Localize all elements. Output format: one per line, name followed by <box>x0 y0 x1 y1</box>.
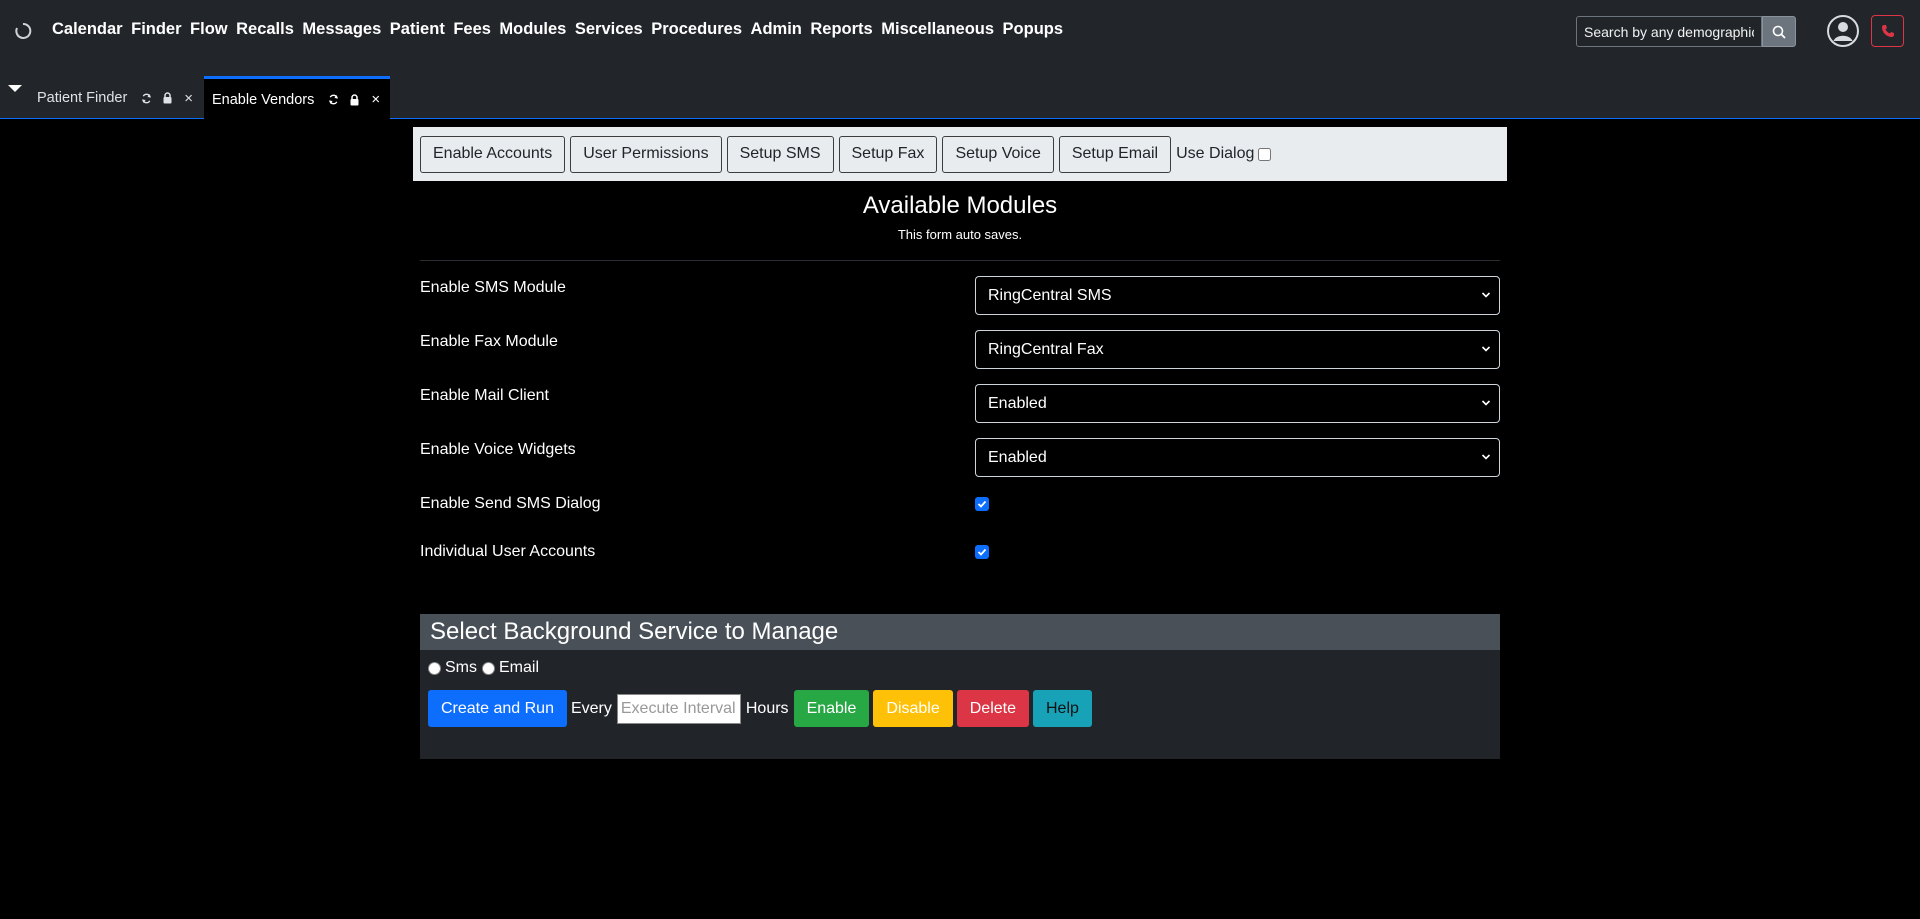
mail-client-select[interactable]: Enabled <box>975 384 1500 423</box>
individual-accounts-checkbox[interactable] <box>975 545 989 559</box>
background-service-panel: Select Background Service to Manage Sms … <box>420 614 1500 759</box>
chevron-down-icon <box>1481 346 1491 352</box>
page-title: Available Modules <box>862 192 1058 219</box>
close-icon[interactable]: × <box>184 90 193 107</box>
sms-module-select[interactable]: RingCentral SMS <box>975 276 1500 315</box>
page-subtitle: This form auto saves. <box>897 227 1023 242</box>
delete-button[interactable]: Delete <box>956 690 1029 727</box>
vendor-toolbar: Enable Accounts User Permissions Setup S… <box>413 127 1507 181</box>
voice-widgets-label: Enable Voice Widgets <box>420 441 576 458</box>
menu-item-calendar[interactable]: Calendar <box>52 20 123 39</box>
menu-item-admin[interactable]: Admin <box>751 20 802 39</box>
fax-module-label: Enable Fax Module <box>420 333 558 350</box>
menu-item-miscellaneous[interactable]: Miscellaneous <box>881 20 994 39</box>
tab-enable-vendors[interactable]: Enable Vendors × <box>204 76 390 120</box>
chevron-down-icon <box>1481 292 1491 298</box>
service-type-radios: Sms Email <box>428 659 539 677</box>
fax-module-value: RingCentral Fax <box>988 340 1104 358</box>
phone-button[interactable] <box>1871 15 1904 47</box>
user-permissions-button[interactable]: User Permissions <box>570 135 722 173</box>
execute-interval-input[interactable] <box>616 693 741 724</box>
chevron-down-icon <box>1481 454 1491 460</box>
app-logo-icon[interactable] <box>14 22 32 40</box>
background-service-title: Select Background Service to Manage <box>420 614 1500 650</box>
refresh-icon[interactable] <box>141 92 153 104</box>
lock-icon[interactable] <box>349 93 361 106</box>
setup-email-button[interactable]: Setup Email <box>1058 135 1172 173</box>
tab-patient-finder[interactable]: Patient Finder × <box>26 77 202 119</box>
menu-item-recalls[interactable]: Recalls <box>236 20 294 39</box>
email-radio-label: Email <box>499 659 540 676</box>
menu-item-flow[interactable]: Flow <box>190 20 228 39</box>
menu-item-modules[interactable]: Modules <box>499 20 566 39</box>
menu-item-patient[interactable]: Patient <box>390 20 445 39</box>
chevron-down-icon <box>1481 400 1491 406</box>
menu-item-services[interactable]: Services <box>575 20 643 39</box>
tab-label: Patient Finder <box>37 90 128 106</box>
use-dialog-checkbox[interactable] <box>1258 147 1272 161</box>
enable-button[interactable]: Enable <box>793 690 870 727</box>
send-sms-dialog-checkbox[interactable] <box>975 497 989 511</box>
mail-client-label: Enable Mail Client <box>420 387 549 404</box>
fax-module-select[interactable]: RingCentral Fax <box>975 330 1500 369</box>
email-radio[interactable] <box>482 661 495 675</box>
create-and-run-button[interactable]: Create and Run <box>428 690 567 727</box>
user-account-icon[interactable] <box>1826 14 1860 48</box>
use-dialog-option[interactable]: Use Dialog <box>1176 145 1272 163</box>
individual-accounts-label: Individual User Accounts <box>420 543 596 560</box>
menu-item-fees[interactable]: Fees <box>453 20 491 39</box>
sms-radio[interactable] <box>428 661 441 675</box>
send-sms-dialog-label: Enable Send SMS Dialog <box>420 495 601 512</box>
menu-item-finder[interactable]: Finder <box>131 20 181 39</box>
divider <box>420 260 1500 261</box>
search-button[interactable] <box>1762 16 1796 47</box>
patient-search <box>1576 16 1796 47</box>
search-icon <box>1772 25 1786 39</box>
help-button[interactable]: Help <box>1033 690 1092 727</box>
lock-icon[interactable] <box>162 92 174 104</box>
menu-item-popups[interactable]: Popups <box>1003 20 1064 39</box>
enable-accounts-button[interactable]: Enable Accounts <box>420 135 566 173</box>
service-controls: Create and Run Every Hours Enable Disabl… <box>428 690 1096 727</box>
voice-widgets-value: Enabled <box>988 448 1047 466</box>
every-label: Every <box>570 699 612 717</box>
menu-item-procedures[interactable]: Procedures <box>651 20 742 39</box>
menu-item-reports[interactable]: Reports <box>810 20 872 39</box>
top-navbar: Calendar Finder Flow Recalls Messages Pa… <box>0 0 1920 62</box>
mail-client-value: Enabled <box>988 394 1047 412</box>
disable-button[interactable]: Disable <box>873 690 953 727</box>
refresh-icon[interactable] <box>328 94 340 106</box>
patient-search-input[interactable] <box>1576 16 1762 47</box>
close-icon[interactable]: × <box>371 91 380 108</box>
tab-label: Enable Vendors <box>212 91 315 108</box>
tab-menu-chevron-icon[interactable] <box>7 84 23 94</box>
use-dialog-label: Use Dialog <box>1176 145 1255 162</box>
setup-fax-button[interactable]: Setup Fax <box>838 135 938 173</box>
setup-sms-button[interactable]: Setup SMS <box>726 135 834 173</box>
hours-label: Hours <box>745 699 789 717</box>
checkmark-icon <box>977 500 987 508</box>
sms-radio-label: Sms <box>445 659 477 676</box>
menu-item-messages[interactable]: Messages <box>302 20 381 39</box>
phone-icon <box>1881 25 1894 37</box>
sms-module-label: Enable SMS Module <box>420 279 566 296</box>
main-menu: Calendar Finder Flow Recalls Messages Pa… <box>52 20 1072 39</box>
setup-voice-button[interactable]: Setup Voice <box>942 135 1054 173</box>
sms-module-value: RingCentral SMS <box>988 286 1112 304</box>
checkmark-icon <box>977 548 987 556</box>
voice-widgets-select[interactable]: Enabled <box>975 438 1500 477</box>
